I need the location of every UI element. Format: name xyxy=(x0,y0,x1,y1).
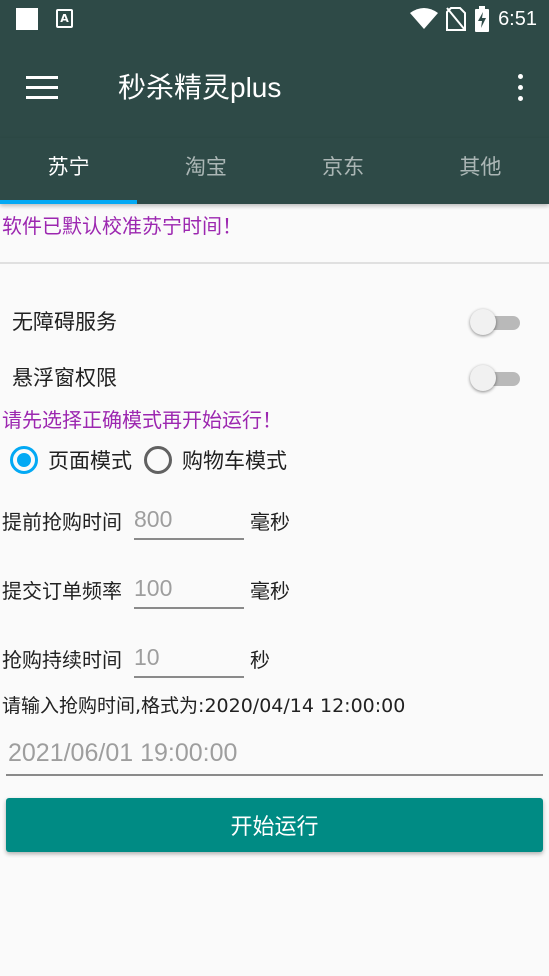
cart-mode-radio[interactable]: 购物车模式 xyxy=(144,445,287,475)
divider xyxy=(0,262,549,264)
time-format-hint: 请输入抢购时间,格式为:2020/04/14 12:00:00 xyxy=(2,695,406,717)
submit-frequency-row: 提交订单频率 毫秒 xyxy=(0,567,549,615)
menu-icon[interactable] xyxy=(26,76,58,100)
accessibility-service-label: 无障碍服务 xyxy=(12,310,117,334)
status-time: 6:51 xyxy=(498,7,537,30)
page-mode-radio[interactable]: 页面模式 xyxy=(10,445,132,475)
advance-time-input[interactable] xyxy=(134,500,244,540)
tab-suning[interactable]: 苏宁 xyxy=(0,138,138,204)
battery-charging-icon xyxy=(475,6,490,32)
wifi-icon xyxy=(410,8,439,29)
advance-time-unit: 毫秒 xyxy=(250,510,290,534)
tab-bar: 苏宁 淘宝 京东 其他 xyxy=(0,138,549,204)
submit-frequency-unit: 毫秒 xyxy=(250,579,290,603)
duration-label: 抢购持续时间 xyxy=(2,648,122,672)
tab-taobao[interactable]: 淘宝 xyxy=(137,138,274,204)
mode-radio-group: 页面模式 购物车模式 xyxy=(10,442,299,478)
advance-time-row: 提前抢购时间 毫秒 xyxy=(0,498,549,546)
app-title: 秒杀精灵plus xyxy=(118,72,282,103)
a-font-icon: A xyxy=(56,9,73,28)
overlay-permission-label: 悬浮窗权限 xyxy=(12,366,117,390)
overlay-permission-row: 悬浮窗权限 xyxy=(0,358,549,398)
page-mode-label: 页面模式 xyxy=(48,449,132,473)
duration-row: 抢购持续时间 秒 xyxy=(0,636,549,684)
overlay-permission-switch[interactable] xyxy=(470,364,522,392)
tab-other[interactable]: 其他 xyxy=(412,138,549,204)
purchase-time-input[interactable] xyxy=(6,732,543,776)
start-button[interactable]: 开始运行 xyxy=(6,798,543,852)
duration-input[interactable] xyxy=(134,638,244,678)
calibration-notice: 软件已默认校准苏宁时间！ xyxy=(2,214,242,238)
accessibility-service-row: 无障碍服务 xyxy=(0,302,549,342)
status-icons: 6:51 xyxy=(410,6,537,32)
tab-jingdong[interactable]: 京东 xyxy=(275,138,412,204)
submit-frequency-label: 提交订单频率 xyxy=(2,579,122,603)
app-bar: 秒杀精灵plus xyxy=(0,38,549,138)
duration-unit: 秒 xyxy=(250,648,270,672)
status-bar: A 6:51 xyxy=(0,0,549,38)
radio-checked-icon xyxy=(10,446,38,474)
radio-unchecked-icon xyxy=(144,446,172,474)
more-vert-icon[interactable] xyxy=(515,74,525,102)
notification-square-icon xyxy=(16,8,38,30)
no-sim-icon xyxy=(446,7,467,31)
advance-time-label: 提前抢购时间 xyxy=(2,510,122,534)
submit-frequency-input[interactable] xyxy=(134,569,244,609)
mode-notice: 请先选择正确模式再开始运行！ xyxy=(2,408,282,432)
cart-mode-label: 购物车模式 xyxy=(182,449,287,473)
accessibility-service-switch[interactable] xyxy=(470,308,522,336)
